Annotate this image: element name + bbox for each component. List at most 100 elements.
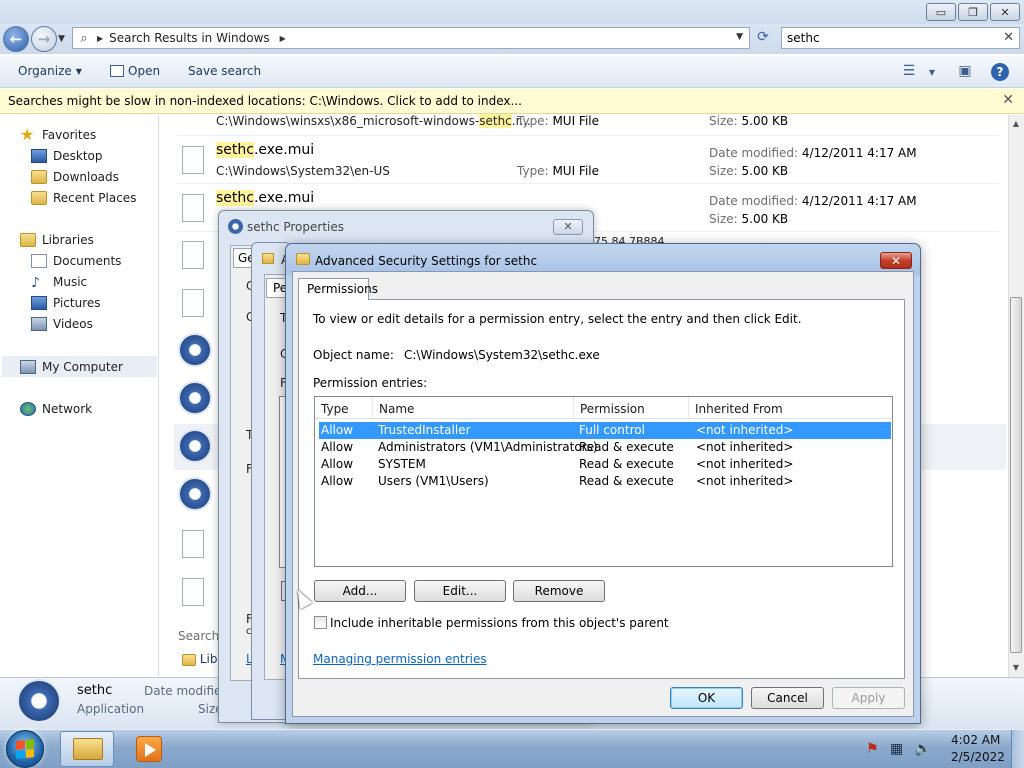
preview-pane-icon[interactable]: ▣ [956,63,974,81]
entry-type: Allow [321,457,354,471]
show-desktop-button[interactable] [1011,730,1024,768]
nav-label: Documents [53,253,122,268]
action-center-flag-icon[interactable]: ⚑ [866,741,879,757]
file-row[interactable]: C:\Windows\winsxs\x86_microsoft-windows-… [178,110,998,136]
nav-my-computer[interactable]: My Computer [2,356,157,377]
libraries-icon [20,232,36,247]
header-divider [315,418,892,419]
search-again-libraries[interactable]: Libr [182,652,222,666]
address-dropdown-icon[interactable]: ▼ [736,32,743,42]
permissions-intro-text: To view or edit details for a permission… [313,312,802,326]
organize-label: Organize [18,64,72,78]
nav-downloads[interactable]: Downloads [20,166,159,187]
remove-button[interactable]: Remove [513,580,605,602]
file-icon [182,241,204,269]
nav-libraries[interactable]: Libraries [20,229,159,250]
file-row[interactable]: sethc.exe.mui C:\Windows\System32\en-US … [178,138,998,184]
nav-music[interactable]: ♪ Music [20,271,159,292]
scrollbar-thumb[interactable] [1010,297,1022,653]
nav-label: Favorites [42,127,97,142]
permission-row[interactable]: Allow Administrators (VM1\Administrators… [319,439,891,456]
entry-inherited: <not inherited> [696,457,794,471]
apply-button[interactable]: Apply [832,687,905,709]
close-button[interactable]: ✕ [990,3,1020,21]
back-arrow-icon: ← [9,30,23,48]
nav-pictures[interactable]: Pictures [20,292,159,313]
change-view-icon[interactable]: ☰ [901,63,917,81]
nav-network[interactable]: Network [20,398,159,419]
nav-videos[interactable]: Videos [20,313,159,334]
chevron-down-icon: ▼ [75,66,82,76]
scroll-up-icon[interactable]: ▲ [1010,119,1022,128]
nav-recent-places[interactable]: Recent Places [20,187,159,208]
nav-tree: ★ Favorites Desktop Downloads Recent Plac… [20,124,159,355]
breadcrumb-chevron-icon[interactable]: ▶ [280,34,286,43]
entry-inherited: <not inherited> [696,423,794,437]
clock-date[interactable]: 2/5/2022 [951,750,1005,764]
properties-dialog-title: sethc Properties [247,220,345,234]
refresh-icon[interactable]: ⟳ [753,29,773,47]
view-options-dropdown-icon[interactable]: ▼ [926,68,938,86]
nav-label: Libraries [42,232,94,247]
file-size: Size: 5.00 KB [709,164,789,178]
volume-icon[interactable]: 🔈 [914,741,931,757]
forward-arrow-icon: → [37,30,51,48]
address-bar[interactable]: ⌕ ▶ Search Results in Windows ▶ ▼ [72,27,750,49]
taskbar-explorer-button[interactable] [60,731,114,767]
file-icon [182,289,204,317]
recent-pages-dropdown-icon[interactable]: ▼ [58,34,65,44]
scroll-down-icon[interactable]: ▼ [1010,663,1022,672]
column-header-type[interactable]: Type [315,397,373,419]
open-window-icon [110,65,124,77]
clear-search-icon[interactable]: ✕ [1003,30,1014,45]
nav-documents[interactable]: Documents [20,250,159,271]
edit-button[interactable]: Edit... [414,580,506,602]
search-input[interactable]: sethc ✕ [781,27,1020,49]
entry-name: Users (VM1\Users) [378,474,489,488]
file-name: sethc.exe.mui [216,190,315,206]
nav-desktop[interactable]: Desktop [20,145,159,166]
nav-label: Pictures [53,295,101,310]
column-header-inherited-from[interactable]: Inherited From [689,397,893,419]
forward-button[interactable]: → [31,26,57,52]
column-header-permission[interactable]: Permission [574,397,689,419]
maximize-button[interactable]: ❐ [958,3,988,21]
entry-name: SYSTEM [378,457,426,471]
close-button[interactable]: ✕ [880,252,912,269]
minimize-button[interactable]: ▭ [926,3,956,21]
open-button[interactable]: Open [110,64,160,78]
entry-name: TrustedInstaller [378,423,471,437]
back-button[interactable]: ← [3,26,29,52]
pictures-icon [31,295,47,310]
recent-places-icon [31,190,47,205]
nav-favorites[interactable]: ★ Favorites [20,124,159,145]
managing-permission-entries-link[interactable]: Managing permission entries [313,652,487,666]
address-text: Search Results in Windows [109,31,270,45]
add-button[interactable]: Add... [314,580,406,602]
ok-button[interactable]: OK [670,687,743,709]
network-tray-icon[interactable]: ▦ [890,741,903,757]
search-value: sethc [787,31,820,45]
computer-icon [20,359,36,374]
star-icon: ★ [20,125,35,144]
network-icon [20,401,36,416]
tab-permissions[interactable]: Permissions [298,278,378,300]
organize-button[interactable]: Organize ▼ [18,64,82,78]
save-search-button[interactable]: Save search [188,64,261,78]
close-button[interactable]: ✕ [553,219,583,235]
close-icon[interactable]: ✕ [1002,92,1014,108]
clock-time[interactable]: 4:02 AM [951,733,1000,747]
permission-row[interactable]: Allow SYSTEM Read & execute <not inherit… [319,456,891,473]
nav-label: Network [42,401,93,416]
search-icon: ⌕ [80,30,88,46]
permission-row[interactable]: Allow Users (VM1\Users) Read & execute <… [319,473,891,490]
cancel-button[interactable]: Cancel [751,687,824,709]
taskbar-media-player-button[interactable] [136,736,162,762]
help-icon[interactable]: ? [991,63,1009,81]
column-header-name[interactable]: Name [373,397,574,419]
nav-label: Recent Places [53,190,137,205]
file-type: Type: MUI File [517,164,600,178]
include-inheritable-checkbox[interactable] [314,616,327,629]
permission-row-selected[interactable]: Allow TrustedInstaller Full control <not… [319,422,891,439]
breadcrumb-chevron-icon[interactable]: ▶ [97,34,103,43]
